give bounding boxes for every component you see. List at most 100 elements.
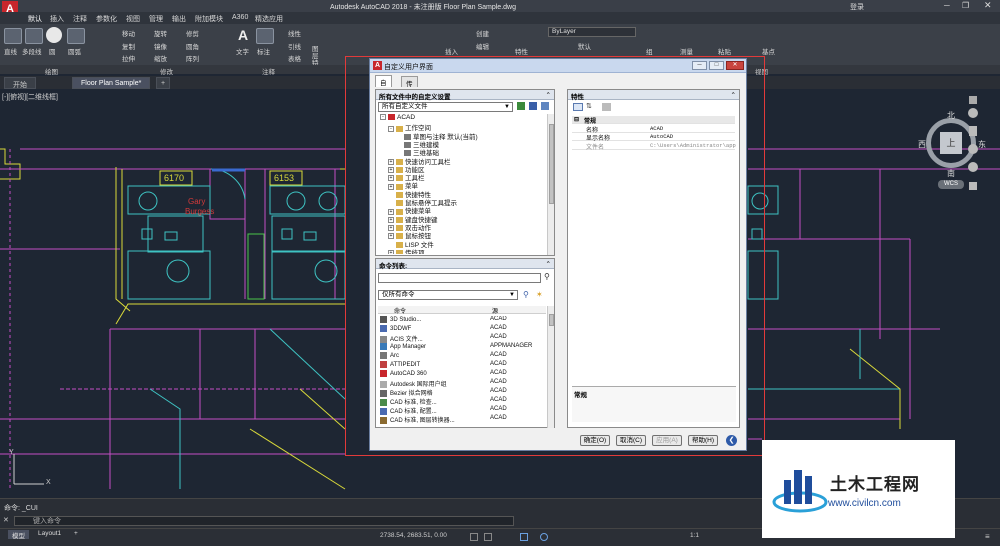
tab-transfer[interactable]: 传输 <box>401 76 418 98</box>
tab-start[interactable]: 开始 <box>4 77 36 89</box>
tab-add-layout[interactable]: + <box>70 530 82 539</box>
dialog-title-bar[interactable]: A 自定义用户界面 ─ □ ✕ <box>370 59 746 73</box>
categorized-icon[interactable] <box>573 103 583 111</box>
line-tool-icon[interactable] <box>4 28 22 44</box>
compass-west[interactable]: 西 <box>918 139 926 150</box>
menu-a360[interactable]: A360 <box>232 14 248 21</box>
collapse-icon[interactable]: ⌃ <box>546 91 551 99</box>
color-bylayer-combo[interactable]: ByLayer <box>548 27 636 37</box>
tab-layout1[interactable]: Layout1 <box>34 530 65 539</box>
compass-north[interactable]: 北 <box>947 110 955 121</box>
arc-tool-icon[interactable] <box>67 28 85 44</box>
ribbon-measure[interactable]: 测量 <box>680 46 693 56</box>
grid-icon[interactable] <box>470 533 478 541</box>
ribbon-group[interactable]: 组 <box>646 46 653 56</box>
menu-addins[interactable]: 附加模块 <box>195 14 223 24</box>
ok-button[interactable]: 确定(O) <box>580 435 610 446</box>
search-icon[interactable]: ⚲ <box>544 272 550 281</box>
ribbon-create[interactable]: 创建 <box>476 28 489 38</box>
snap-icon[interactable] <box>484 533 492 541</box>
ribbon-insert[interactable]: 插入 <box>445 46 458 56</box>
tab-add[interactable]: + <box>156 77 171 89</box>
new-command-icon[interactable]: ✶ <box>536 290 543 299</box>
command-list-scrollbar-thumb[interactable] <box>549 314 554 326</box>
ribbon-stretch[interactable]: 拉伸 <box>122 53 135 63</box>
ribbon-rotate[interactable]: 旋转 <box>154 28 167 38</box>
list-item[interactable]: AutoCAD 360 ACAD <box>380 370 546 379</box>
pan-icon[interactable] <box>969 126 977 136</box>
compass-south[interactable]: 南 <box>947 168 955 179</box>
zoom-icon[interactable] <box>968 144 978 154</box>
wcs-menu[interactable]: WCS <box>938 180 964 189</box>
ribbon-move[interactable]: 移动 <box>122 28 135 38</box>
tab-customize[interactable]: 自定义 <box>375 75 392 107</box>
command-search-input[interactable] <box>378 273 541 283</box>
dialog-close-button[interactable]: ✕ <box>726 61 744 70</box>
collapse-icon[interactable]: - <box>380 114 386 121</box>
tree-scrollbar[interactable] <box>547 114 554 255</box>
collapse-icon[interactable]: ⌃ <box>731 91 736 99</box>
ribbon-fillet[interactable]: 圆角 <box>186 41 199 51</box>
polyline-tool-icon[interactable] <box>25 28 43 44</box>
collapse-panel-icon[interactable]: ❮ <box>726 435 737 446</box>
list-item[interactable]: ACIS 文件... ACAD <box>380 334 546 343</box>
ribbon-polyline[interactable]: 多段线 <box>22 46 42 56</box>
menu-parametric[interactable]: 参数化 <box>96 14 117 24</box>
collapse-icon[interactable]: ⌃ <box>546 260 551 268</box>
dialog-minimize-button[interactable]: ─ <box>692 61 707 70</box>
ortho-icon[interactable] <box>520 533 528 541</box>
tree-node[interactable]: - ACAD <box>380 114 415 121</box>
customization-icon[interactable]: ≡ <box>985 532 990 541</box>
list-item[interactable]: 3DDWF ACAD <box>380 325 546 334</box>
menu-view[interactable]: 视图 <box>126 14 140 24</box>
polar-icon[interactable] <box>540 533 548 541</box>
ribbon-paste[interactable]: 粘贴 <box>718 46 731 56</box>
ribbon-text[interactable]: 文字 <box>236 46 249 56</box>
menu-manage[interactable]: 管理 <box>149 14 163 24</box>
cancel-button[interactable]: 取消(C) <box>616 435 646 446</box>
panel-view[interactable]: 视图 <box>755 66 768 76</box>
list-item[interactable]: CAD 标准, 图层转换器... ACAD <box>380 415 546 424</box>
save-icon[interactable] <box>529 102 537 110</box>
ribbon-trim[interactable]: 修剪 <box>186 28 199 38</box>
menu-featured[interactable]: 精选应用 <box>255 14 283 24</box>
ribbon-edit[interactable]: 编辑 <box>476 41 489 51</box>
ribbon-array[interactable]: 阵列 <box>186 53 199 63</box>
collapse-icon[interactable]: - <box>388 125 394 132</box>
command-input[interactable]: 键入命令 <box>14 516 514 526</box>
list-item[interactable]: Autodesk 国际用户组 ACAD <box>380 379 546 388</box>
ribbon-linear[interactable]: 线性 <box>288 28 301 38</box>
list-item[interactable]: ATTIPEDIT ACAD <box>380 361 546 370</box>
dialog-maximize-button[interactable]: □ <box>709 61 724 70</box>
ribbon-copy[interactable]: 复制 <box>122 41 135 51</box>
login-label[interactable]: 登录 <box>850 2 864 12</box>
ribbon-circle[interactable]: 圆 <box>49 46 56 56</box>
list-item[interactable]: CAD 标准, 检查... ACAD <box>380 397 546 406</box>
property-row[interactable]: 显示名称 AutoCAD <box>572 133 735 142</box>
property-row[interactable]: 名称 ACAD <box>572 125 735 134</box>
list-item[interactable]: App Manager APPMANAGER <box>380 343 546 352</box>
viewport-label[interactable]: [-][俯视][二维线框] <box>2 92 58 102</box>
command-list-scrollbar[interactable] <box>547 306 554 428</box>
panel-draw[interactable]: 绘图 <box>45 66 58 76</box>
open-file-icon[interactable] <box>517 102 525 110</box>
navbar-close-icon[interactable] <box>969 96 977 104</box>
close-icon[interactable]: ✕ <box>984 0 992 11</box>
showmotion-icon[interactable] <box>969 182 977 190</box>
column-source[interactable]: 源 <box>492 306 498 315</box>
ribbon-base[interactable]: 基点 <box>762 46 775 56</box>
property-row[interactable]: 文件名 C:\Users\Administrator\app <box>572 142 736 151</box>
tab-model[interactable]: 模型 <box>8 530 29 540</box>
find-command-icon[interactable]: ⚲ <box>523 290 529 299</box>
tree-node[interactable]: + 传统项 <box>388 247 425 254</box>
customization-tree[interactable]: - ACAD - 工作空间 草图与注释 默认(当前) 三维建模 三维基础 + 快速访问工具栏 + 功… <box>376 114 546 254</box>
ribbon-line[interactable]: 直线 <box>4 46 17 56</box>
apply-button[interactable]: 应用(A) <box>652 435 682 446</box>
minimize-icon[interactable]: ─ <box>944 1 950 10</box>
text-tool-icon[interactable]: A <box>234 27 252 43</box>
tree-scrollbar-thumb[interactable] <box>549 124 554 204</box>
panel-modify[interactable]: 修改 <box>160 66 173 76</box>
menu-output[interactable]: 输出 <box>172 14 186 24</box>
alphabetical-icon[interactable]: ⇅ <box>586 102 592 110</box>
panel-annotation[interactable]: 注释 <box>262 66 275 76</box>
